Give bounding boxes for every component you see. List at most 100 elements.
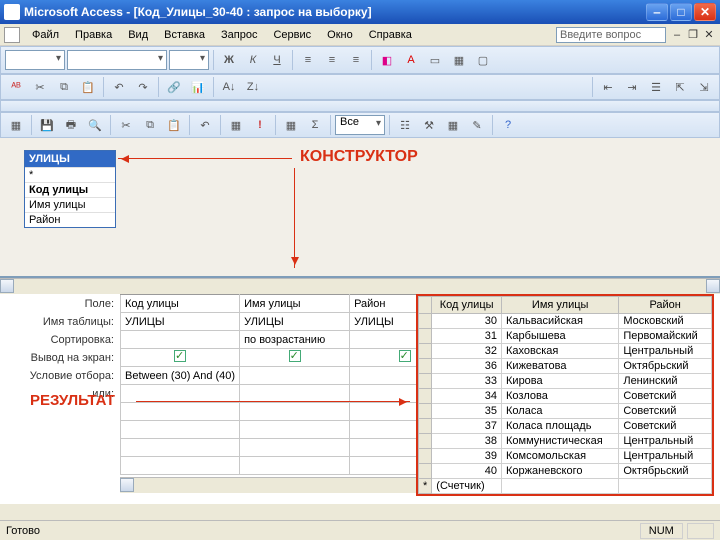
special-effect-button[interactable]: ▢ bbox=[472, 49, 494, 71]
grid-cell[interactable]: Between (30) And (40) bbox=[121, 367, 240, 385]
result-cell[interactable]: Карбышева bbox=[502, 329, 619, 344]
totals-button[interactable]: Σ bbox=[304, 114, 326, 136]
grid-cell[interactable] bbox=[240, 457, 350, 475]
result-cell[interactable]: Коржаневского bbox=[502, 464, 619, 479]
outdent-button[interactable]: ⇱ bbox=[669, 76, 691, 98]
field-kod[interactable]: Код улицы bbox=[25, 182, 115, 197]
print-preview-button[interactable]: 🔍 bbox=[84, 114, 106, 136]
rowheader[interactable] bbox=[419, 329, 432, 344]
result-cell[interactable]: 31 bbox=[432, 329, 502, 344]
properties-button[interactable]: ☷ bbox=[394, 114, 416, 136]
redo-button[interactable]: ↷ bbox=[132, 76, 154, 98]
font-combo[interactable] bbox=[67, 50, 167, 70]
ask-question-input[interactable]: Введите вопрос bbox=[556, 27, 666, 43]
grid-cell[interactable]: Имя улицы bbox=[240, 295, 350, 313]
rowheader[interactable] bbox=[419, 404, 432, 419]
upper-hscroll[interactable] bbox=[0, 278, 720, 294]
fontsize-combo[interactable] bbox=[169, 50, 209, 70]
result-cell[interactable]: Центральный bbox=[619, 344, 712, 359]
bullets-button[interactable]: ☰ bbox=[645, 76, 667, 98]
undo-button[interactable]: ↶ bbox=[108, 76, 130, 98]
rowheader[interactable] bbox=[419, 389, 432, 404]
result-cell[interactable]: Кальвасийская bbox=[502, 314, 619, 329]
grid-cell[interactable] bbox=[121, 403, 240, 421]
print-button[interactable]: 🖶 bbox=[60, 114, 82, 136]
result-cell[interactable]: Комсомольская bbox=[502, 449, 619, 464]
copy-button[interactable]: ⧉ bbox=[53, 76, 75, 98]
paste-button[interactable]: 📋 bbox=[77, 76, 99, 98]
result-cell[interactable]: 30 bbox=[432, 314, 502, 329]
menu-query[interactable]: Запрос bbox=[213, 27, 265, 43]
font-color-button[interactable]: A bbox=[400, 49, 422, 71]
close-button[interactable]: ✕ bbox=[694, 3, 716, 21]
sort-asc-button[interactable]: A↓ bbox=[218, 76, 240, 98]
grid-cell[interactable] bbox=[121, 331, 240, 349]
checkbox-icon[interactable] bbox=[174, 350, 186, 362]
border-button[interactable]: ▦ bbox=[448, 49, 470, 71]
rowheader[interactable] bbox=[419, 464, 432, 479]
help-button[interactable]: ? bbox=[497, 114, 519, 136]
align-center-button[interactable]: ≡ bbox=[321, 49, 343, 71]
result-cell[interactable]: Центральный bbox=[619, 434, 712, 449]
rowheader[interactable] bbox=[419, 359, 432, 374]
result-cell[interactable]: Ленинский bbox=[619, 374, 712, 389]
save-button[interactable]: 💾 bbox=[36, 114, 58, 136]
rowheader[interactable] bbox=[419, 374, 432, 389]
result-cell[interactable]: 32 bbox=[432, 344, 502, 359]
result-cell[interactable]: Октябрьский bbox=[619, 464, 712, 479]
result-col-imya[interactable]: Имя улицы bbox=[502, 297, 619, 314]
sort-desc-button[interactable]: Z↓ bbox=[242, 76, 264, 98]
indent-decrease-button[interactable]: ⇤ bbox=[597, 76, 619, 98]
indent-button[interactable]: ⇲ bbox=[693, 76, 715, 98]
checkbox-icon[interactable] bbox=[289, 350, 301, 362]
result-cell[interactable]: Кижеватова bbox=[502, 359, 619, 374]
menu-view[interactable]: Вид bbox=[120, 27, 156, 43]
menu-edit[interactable]: Правка bbox=[67, 27, 120, 43]
indent-increase-button[interactable]: ⇥ bbox=[621, 76, 643, 98]
result-cell[interactable]: Первомайский bbox=[619, 329, 712, 344]
mdi-close-button[interactable]: ✕ bbox=[702, 28, 716, 42]
align-right-button[interactable]: ≡ bbox=[345, 49, 367, 71]
grid-cell[interactable] bbox=[121, 421, 240, 439]
result-cell[interactable]: 34 bbox=[432, 389, 502, 404]
show-table-button[interactable]: ▦ bbox=[280, 114, 302, 136]
grid-cell[interactable]: УЛИЦЫ bbox=[240, 313, 350, 331]
hyperlink-button[interactable]: 🔗 bbox=[163, 76, 185, 98]
mdi-minimize-button[interactable]: ‒ bbox=[670, 28, 684, 42]
grid-cell[interactable] bbox=[240, 439, 350, 457]
result-cell[interactable]: Коласа площадь bbox=[502, 419, 619, 434]
rowheader[interactable] bbox=[419, 419, 432, 434]
grid-cell[interactable] bbox=[240, 421, 350, 439]
grid-cell-show[interactable] bbox=[240, 349, 350, 367]
result-cell[interactable]: Московский bbox=[619, 314, 712, 329]
paste2-button[interactable]: 📋 bbox=[163, 114, 185, 136]
menu-tools[interactable]: Сервис bbox=[265, 27, 319, 43]
result-cell[interactable]: 39 bbox=[432, 449, 502, 464]
cut-button[interactable]: ✂ bbox=[29, 76, 51, 98]
fill-color-button[interactable]: ◧ bbox=[376, 49, 398, 71]
menu-window[interactable]: Окно bbox=[319, 27, 361, 43]
grid-cell[interactable]: УЛИЦЫ bbox=[121, 313, 240, 331]
copy2-button[interactable]: ⧉ bbox=[139, 114, 161, 136]
checkbox-icon[interactable] bbox=[399, 350, 411, 362]
italic-button[interactable]: К bbox=[242, 49, 264, 71]
grid-cell-show[interactable] bbox=[121, 349, 240, 367]
cut2-button[interactable]: ✂ bbox=[115, 114, 137, 136]
grid-cell[interactable]: Код улицы bbox=[121, 295, 240, 313]
menu-file[interactable]: Файл bbox=[24, 27, 67, 43]
field-star[interactable]: * bbox=[25, 167, 115, 182]
table-card-ulitsy[interactable]: УЛИЦЫ * Код улицы Имя улицы Район bbox=[24, 150, 116, 228]
query-type-button[interactable]: ▦ bbox=[225, 114, 247, 136]
db-window-button[interactable]: ▦ bbox=[442, 114, 464, 136]
underline-button[interactable]: Ч bbox=[266, 49, 288, 71]
rowheader[interactable] bbox=[419, 449, 432, 464]
top-values-combo[interactable]: Все bbox=[335, 115, 385, 135]
result-cell[interactable]: 38 bbox=[432, 434, 502, 449]
grid-cell[interactable] bbox=[121, 385, 240, 403]
rowheader[interactable] bbox=[419, 434, 432, 449]
result-cell[interactable]: 40 bbox=[432, 464, 502, 479]
build-button[interactable]: ⚒ bbox=[418, 114, 440, 136]
result-cell[interactable]: Каховская bbox=[502, 344, 619, 359]
grid-cell[interactable] bbox=[240, 367, 350, 385]
result-cell[interactable]: 36 bbox=[432, 359, 502, 374]
